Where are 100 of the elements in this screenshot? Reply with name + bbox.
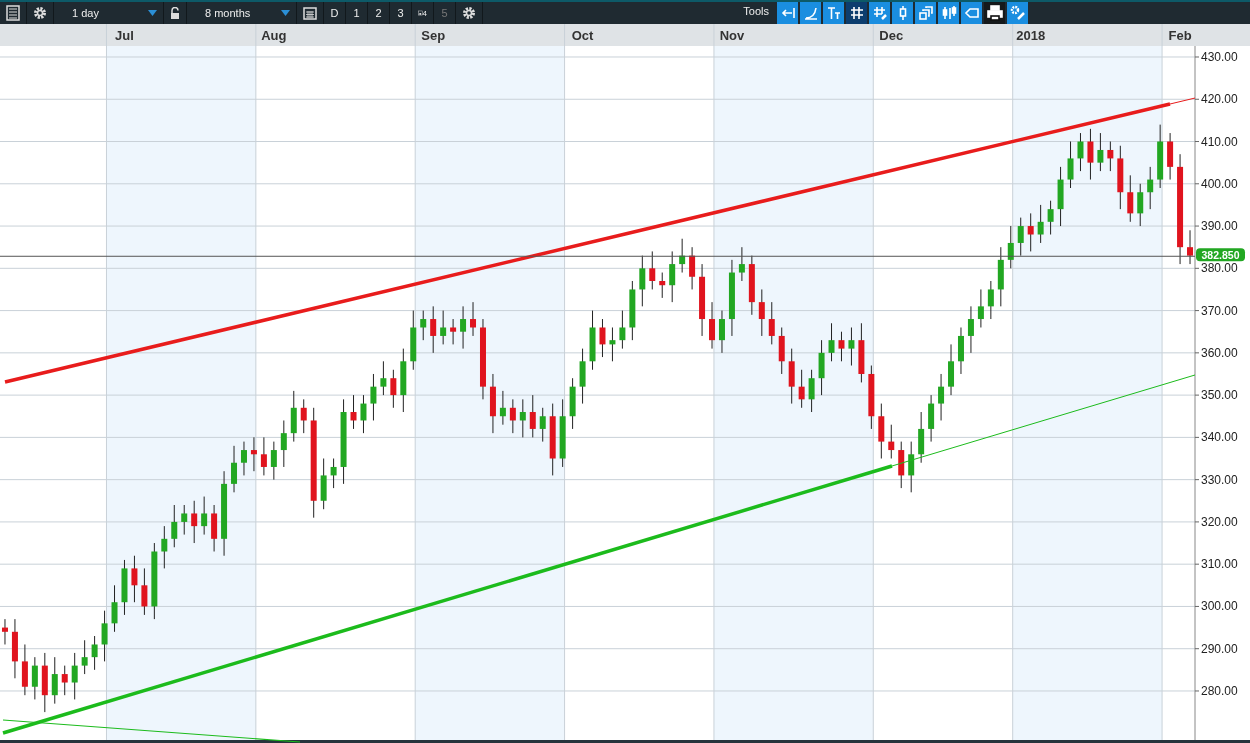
price-tick-label: 420.00 bbox=[1201, 92, 1238, 107]
candlestick bbox=[898, 441, 905, 489]
candlestick bbox=[858, 322, 865, 383]
candlestick bbox=[71, 652, 78, 700]
candlestick bbox=[320, 458, 327, 510]
candlestick bbox=[171, 504, 178, 548]
price-tick-label: 330.00 bbox=[1201, 472, 1238, 487]
candlestick bbox=[1107, 141, 1114, 172]
candlestick bbox=[51, 656, 58, 705]
grid-icon[interactable] bbox=[846, 2, 867, 24]
candlestick bbox=[1077, 132, 1084, 172]
price-tick-label: 400.00 bbox=[1201, 176, 1238, 191]
candlestick bbox=[848, 327, 855, 367]
candlestick bbox=[211, 504, 218, 552]
candlestick bbox=[918, 411, 925, 464]
candlestick bbox=[878, 403, 885, 459]
candlestick bbox=[818, 339, 825, 396]
price-tick-label: 280.00 bbox=[1201, 683, 1238, 698]
candlestick bbox=[828, 322, 835, 362]
candlestick bbox=[350, 394, 357, 430]
candlestick bbox=[1097, 132, 1104, 172]
candlestick bbox=[1157, 124, 1164, 189]
price-tick-label: 350.00 bbox=[1201, 388, 1238, 403]
caret-icon bbox=[281, 10, 290, 16]
candlestick bbox=[1147, 166, 1154, 210]
candlestick bbox=[1117, 145, 1124, 210]
current-price-label: 382.850 bbox=[1196, 248, 1245, 262]
month-label: Sep bbox=[421, 28, 446, 43]
candlestick bbox=[121, 559, 128, 616]
candlestick bbox=[928, 394, 935, 443]
candlestick bbox=[529, 394, 536, 438]
candlestick bbox=[798, 369, 805, 409]
price-tick-label: 310.00 bbox=[1201, 557, 1238, 572]
candlestick bbox=[619, 310, 626, 350]
candlestick bbox=[719, 310, 725, 354]
candlestick bbox=[330, 458, 337, 489]
candlestick bbox=[400, 348, 407, 413]
month-label: Feb bbox=[1168, 28, 1192, 43]
candlestick bbox=[450, 318, 457, 345]
candlestick bbox=[1037, 204, 1044, 244]
candles-icon[interactable] bbox=[938, 2, 959, 24]
candlestick bbox=[977, 288, 984, 328]
candlestick bbox=[440, 310, 447, 345]
candlestick bbox=[868, 365, 875, 430]
curve-icon[interactable] bbox=[800, 2, 821, 24]
candlestick bbox=[639, 255, 646, 307]
candlestick bbox=[1007, 225, 1014, 269]
candlestick bbox=[11, 618, 18, 679]
price-tick-label: 290.00 bbox=[1201, 641, 1238, 656]
candlestick bbox=[987, 280, 994, 320]
candlestick bbox=[589, 310, 596, 371]
candlestick bbox=[290, 390, 297, 443]
candlestick bbox=[250, 436, 257, 472]
tools-label: Tools bbox=[743, 4, 770, 19]
candlestick bbox=[191, 500, 198, 544]
candlestick bbox=[370, 373, 377, 421]
candlestick bbox=[489, 373, 496, 434]
month-label: Nov bbox=[719, 28, 745, 43]
month-label: Oct bbox=[571, 28, 594, 43]
candlestick bbox=[300, 398, 307, 434]
candlestick bbox=[908, 441, 915, 493]
candle-icon[interactable] bbox=[892, 2, 913, 24]
candlestick bbox=[201, 496, 208, 536]
candlestick bbox=[609, 327, 616, 362]
save-icon bbox=[418, 8, 423, 18]
candlestick bbox=[280, 419, 287, 468]
candlestick bbox=[430, 305, 437, 354]
windows-icon[interactable] bbox=[915, 2, 936, 24]
candlestick bbox=[499, 390, 506, 426]
price-tick-label: 430.00 bbox=[1201, 50, 1238, 64]
price-tick-label: 300.00 bbox=[1201, 599, 1238, 614]
candlestick bbox=[629, 280, 636, 341]
candlestick bbox=[967, 305, 974, 354]
candlestick bbox=[231, 445, 237, 493]
candlestick bbox=[390, 369, 397, 409]
caret-icon bbox=[148, 10, 157, 16]
candlestick bbox=[31, 656, 38, 700]
candlestick bbox=[509, 398, 516, 434]
price-tick-label: 380.00 bbox=[1201, 261, 1238, 276]
candlestick bbox=[938, 373, 945, 421]
candlestick bbox=[888, 424, 895, 459]
candlestick bbox=[569, 377, 576, 430]
candlestick bbox=[270, 441, 277, 481]
candlestick bbox=[380, 360, 387, 396]
price-tick-label: 370.00 bbox=[1201, 303, 1238, 318]
candlestick bbox=[997, 246, 1004, 307]
candlestick bbox=[519, 398, 526, 438]
price-tick-label: 340.00 bbox=[1201, 430, 1238, 445]
month-label: Jul bbox=[115, 28, 134, 43]
candlestick bbox=[460, 305, 467, 350]
candlestick bbox=[1087, 128, 1094, 181]
candlestick bbox=[1017, 217, 1024, 257]
candlestick bbox=[778, 327, 785, 375]
print-icon[interactable] bbox=[984, 2, 1005, 24]
candlestick bbox=[838, 331, 845, 362]
candlestick bbox=[61, 665, 68, 696]
candlestick bbox=[748, 255, 755, 316]
price-tick-label: 360.00 bbox=[1201, 345, 1238, 360]
candlestick bbox=[579, 348, 586, 405]
candlestick bbox=[81, 639, 88, 675]
